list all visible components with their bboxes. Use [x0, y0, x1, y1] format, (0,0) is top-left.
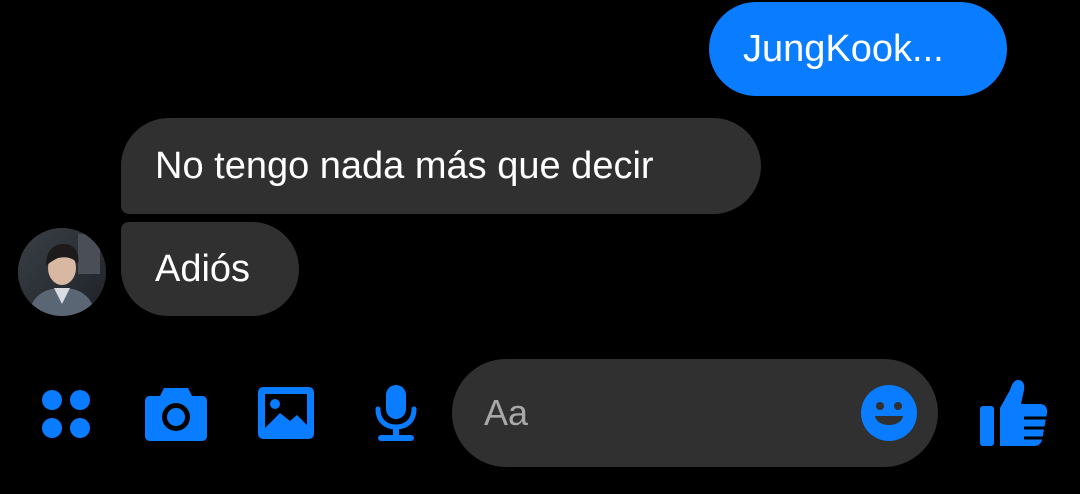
microphone-icon[interactable]	[372, 383, 420, 443]
gallery-icon[interactable]	[256, 385, 316, 441]
avatar-photo	[18, 228, 106, 316]
more-apps-icon[interactable]	[40, 388, 92, 440]
message-text: Adiós	[155, 248, 251, 290]
camera-icon[interactable]	[144, 384, 208, 442]
message-text: JungKook...	[743, 28, 944, 70]
message-input[interactable]	[484, 389, 844, 437]
message-text: No tengo nada más que decir	[155, 145, 654, 187]
emoji-icon[interactable]	[860, 384, 918, 442]
received-message-bubble[interactable]: Adiós	[121, 222, 299, 316]
received-message-bubble[interactable]: No tengo nada más que decir	[121, 118, 761, 214]
message-composer[interactable]	[452, 359, 938, 467]
sent-message-bubble[interactable]: JungKook...	[709, 2, 1007, 96]
thumbs-up-icon[interactable]	[978, 378, 1050, 448]
contact-avatar[interactable]	[18, 228, 106, 316]
chat-screen: JungKook... No tengo nada más que decir …	[0, 0, 1080, 494]
